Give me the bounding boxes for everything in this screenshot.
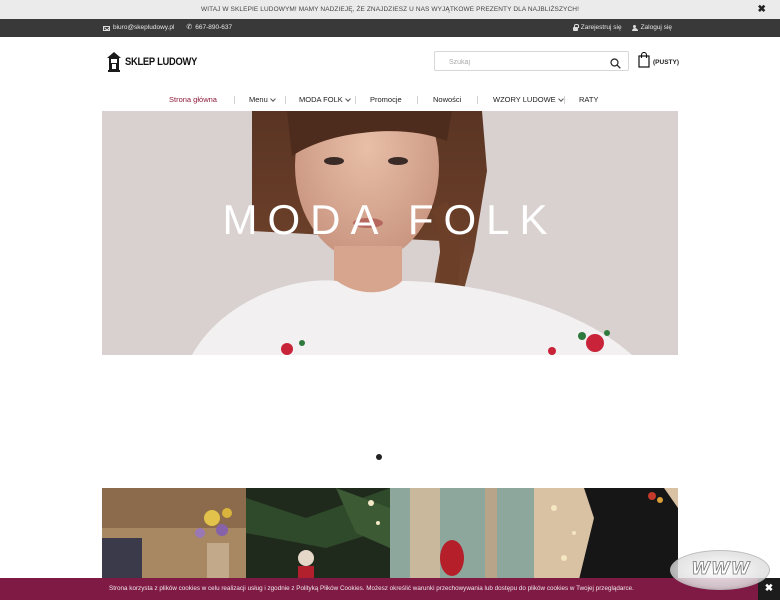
folk-house-logo-icon bbox=[107, 52, 121, 72]
hero-photo bbox=[102, 111, 678, 355]
search-input[interactable] bbox=[449, 56, 599, 68]
slider-dot[interactable] bbox=[376, 454, 382, 460]
nav-item-label: Menu bbox=[249, 95, 268, 104]
nav-divider bbox=[285, 96, 286, 104]
site-logo[interactable]: SKLEP LUDOWY bbox=[107, 52, 210, 72]
hero-banner[interactable] bbox=[102, 111, 678, 355]
nav-item-label: Nowości bbox=[433, 95, 462, 104]
cookie-notice: Strona korzysta z plików cookies w celu … bbox=[0, 578, 780, 600]
announcement-close-button[interactable]: ✖ bbox=[758, 0, 766, 19]
nav-item-label: RATY bbox=[579, 95, 599, 104]
nav-divider bbox=[564, 96, 565, 104]
login-link[interactable]: Zaloguj się bbox=[631, 19, 672, 37]
chevron-down-icon bbox=[344, 96, 351, 102]
nav-divider bbox=[355, 96, 356, 104]
nav-item-label: WZORY LUDOWE bbox=[493, 95, 556, 104]
cart-button[interactable]: (PUSTY) bbox=[638, 51, 679, 73]
nav-divider bbox=[417, 96, 418, 104]
cookie-text: Strona korzysta z plików cookies w celu … bbox=[109, 585, 634, 592]
contact-bar: biuro@skepludowy.pl ✆ 667-890-637 Zareje… bbox=[0, 19, 780, 37]
chevron-down-icon bbox=[269, 96, 276, 102]
nav-item-promocje[interactable]: Promocje bbox=[370, 92, 402, 108]
email-link[interactable]: biuro@skepludowy.pl bbox=[103, 19, 174, 37]
announcement-text: WITAJ W SKLEPIE LUDOWYM! MAMY NADZIEJĘ, … bbox=[201, 6, 579, 13]
register-text: Zarejestruj się bbox=[580, 24, 622, 31]
user-icon bbox=[631, 24, 638, 32]
cart-status: (PUSTY) bbox=[653, 59, 679, 66]
www-badge-text: WWW bbox=[691, 559, 751, 580]
nav-divider bbox=[234, 96, 235, 104]
logo-text: SKLEP LUDOWY bbox=[125, 56, 198, 68]
nav-item-label: Promocje bbox=[370, 95, 402, 104]
nav-item-moda-folk[interactable]: MODA FOLK bbox=[299, 92, 351, 108]
nav-item-label: Strona główna bbox=[169, 95, 217, 104]
login-text: Zaloguj się bbox=[640, 24, 672, 31]
main-navigation: Strona główna Menu MODA FOLK Promocje No… bbox=[0, 92, 780, 108]
lock-icon bbox=[572, 24, 579, 31]
nav-item-menu[interactable]: Menu bbox=[249, 92, 276, 108]
www-badge: WWW bbox=[670, 550, 770, 590]
search-icon[interactable] bbox=[610, 56, 621, 69]
email-text: biuro@skepludowy.pl bbox=[113, 24, 175, 31]
phone-icon: ✆ bbox=[186, 24, 193, 31]
phone-text: 667-890-637 bbox=[195, 24, 233, 31]
shopping-bag-icon bbox=[638, 51, 650, 73]
register-link[interactable]: Zarejestruj się bbox=[572, 19, 622, 37]
cookie-close-button[interactable]: ✖ bbox=[758, 578, 780, 600]
envelope-icon bbox=[103, 25, 110, 31]
nav-item-wzory-ludowe[interactable]: WZORY LUDOWE bbox=[493, 92, 564, 108]
phone-link[interactable]: ✆ 667-890-637 bbox=[186, 19, 232, 37]
chevron-down-icon bbox=[557, 96, 564, 102]
search-box bbox=[434, 51, 629, 71]
announcement-bar: WITAJ W SKLEPIE LUDOWYM! MAMY NADZIEJĘ, … bbox=[0, 0, 780, 19]
nav-item-home[interactable]: Strona główna bbox=[169, 92, 217, 108]
nav-item-nowosci[interactable]: Nowości bbox=[433, 92, 461, 108]
nav-item-label: MODA FOLK bbox=[299, 95, 343, 104]
nav-divider bbox=[477, 96, 478, 104]
nav-item-raty[interactable]: RATY bbox=[579, 92, 598, 108]
